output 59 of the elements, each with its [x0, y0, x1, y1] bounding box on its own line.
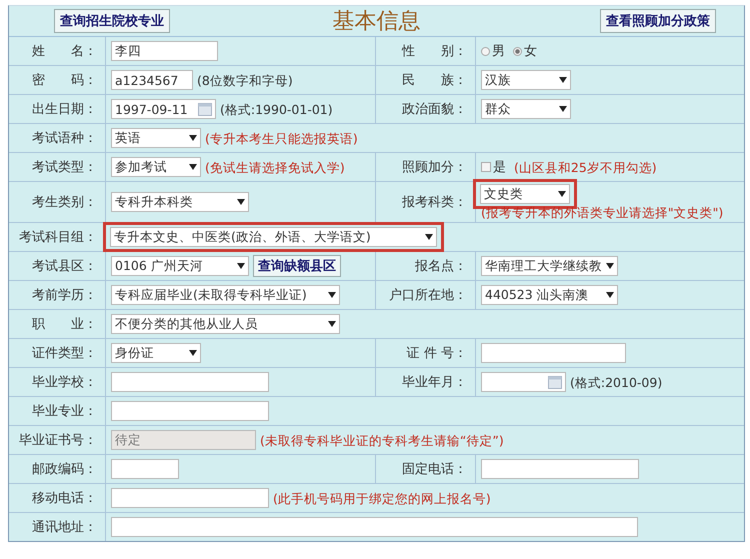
- field-label: 密 码：: [32, 72, 97, 89]
- dropdown[interactable]: 参加考试: [111, 157, 201, 177]
- field-label: 报名点：: [415, 258, 467, 275]
- hint-text: (免试生请选择免试入学): [205, 160, 345, 174]
- dropdown[interactable]: 汉族: [481, 70, 571, 90]
- dropdown[interactable]: 英语: [111, 128, 201, 148]
- field-label: 考前学历：: [32, 287, 97, 304]
- field-label: 考试县区：: [32, 258, 97, 275]
- hint-text: (专升本考生只能选报英语): [205, 130, 358, 146]
- bonus-policy-button[interactable]: 查看照顾加分政策: [600, 9, 716, 33]
- hint-text: (格式:2010-09): [570, 374, 662, 390]
- query-schools-button[interactable]: 查询招生院校专业: [54, 9, 170, 33]
- dropdown[interactable]: 群众: [481, 99, 571, 119]
- field-label: 毕业专业：: [32, 403, 97, 420]
- dropdown[interactable]: 华南理工大学继续教: [481, 256, 618, 276]
- field-label: 固定电话：: [402, 461, 467, 478]
- dropdown[interactable]: 专升本文史、中医类(政治、外语、大学语文): [110, 227, 437, 247]
- hint-text: (此手机号码用于绑定您的网上报名号): [273, 490, 491, 506]
- field-label: 报考科类：: [402, 194, 467, 211]
- dropdown[interactable]: 专科升本科类: [111, 192, 249, 212]
- option-label: 男: [492, 43, 505, 60]
- field-label: 毕业年月：: [402, 374, 467, 391]
- date-field[interactable]: 1997-09-11: [111, 99, 216, 119]
- field-label: 通讯地址：: [32, 519, 97, 536]
- hint-text: (8位数字和字母): [197, 72, 293, 88]
- dropdown[interactable]: 不便分类的其他从业人员: [111, 314, 340, 334]
- dropdown[interactable]: 440523 汕头南澳: [481, 285, 618, 305]
- hint-text: (报考专升本的外语类专业请选择"文史类"): [481, 205, 724, 220]
- query-district-button[interactable]: 查询缺额县区: [253, 255, 341, 277]
- text-field[interactable]: a1234567: [111, 70, 193, 90]
- field-label: 证件类型：: [32, 345, 97, 362]
- field-label: 证 件 号：: [406, 345, 467, 362]
- field-label: 政治面貌：: [402, 101, 467, 118]
- field-label: 移动电话：: [32, 490, 97, 507]
- field-label: 考生类别：: [32, 194, 97, 211]
- field-label: 户口所在地：: [389, 287, 467, 304]
- field-label: 毕业学校：: [32, 374, 97, 391]
- field-label: 毕业证书号：: [19, 432, 97, 449]
- hint-text: (山区县和25岁不用勾选): [514, 160, 657, 174]
- field-label: 性 别：: [402, 43, 467, 60]
- dropdown[interactable]: 0106 广州天河: [111, 256, 249, 276]
- field-label: 考试语种：: [32, 130, 97, 147]
- text-field[interactable]: 李四: [111, 41, 218, 61]
- dropdown[interactable]: 文史类: [480, 184, 570, 204]
- option-label: 女: [524, 43, 537, 60]
- dropdown[interactable]: 专科应届毕业(未取得专科毕业证): [111, 285, 340, 305]
- hint-text: (未取得专科毕业证的专科考生请输“待定”): [260, 432, 504, 448]
- field-label: 考试科目组：: [19, 229, 97, 246]
- form-title: 基本信息: [332, 8, 420, 36]
- field-label: 考试类型：: [32, 159, 97, 176]
- field-label: 照顾加分：: [402, 159, 467, 176]
- hint-text: (格式:1990-01-01): [220, 102, 333, 116]
- field-label: 姓 名：: [32, 43, 97, 60]
- field-label: 出生日期：: [32, 101, 97, 118]
- field-label: 职 业：: [32, 316, 97, 333]
- field-label: 邮政编码：: [32, 461, 97, 478]
- checkbox-label: 是: [493, 159, 506, 176]
- field-label: 民 族：: [402, 72, 467, 89]
- dropdown[interactable]: 身份证: [111, 343, 201, 363]
